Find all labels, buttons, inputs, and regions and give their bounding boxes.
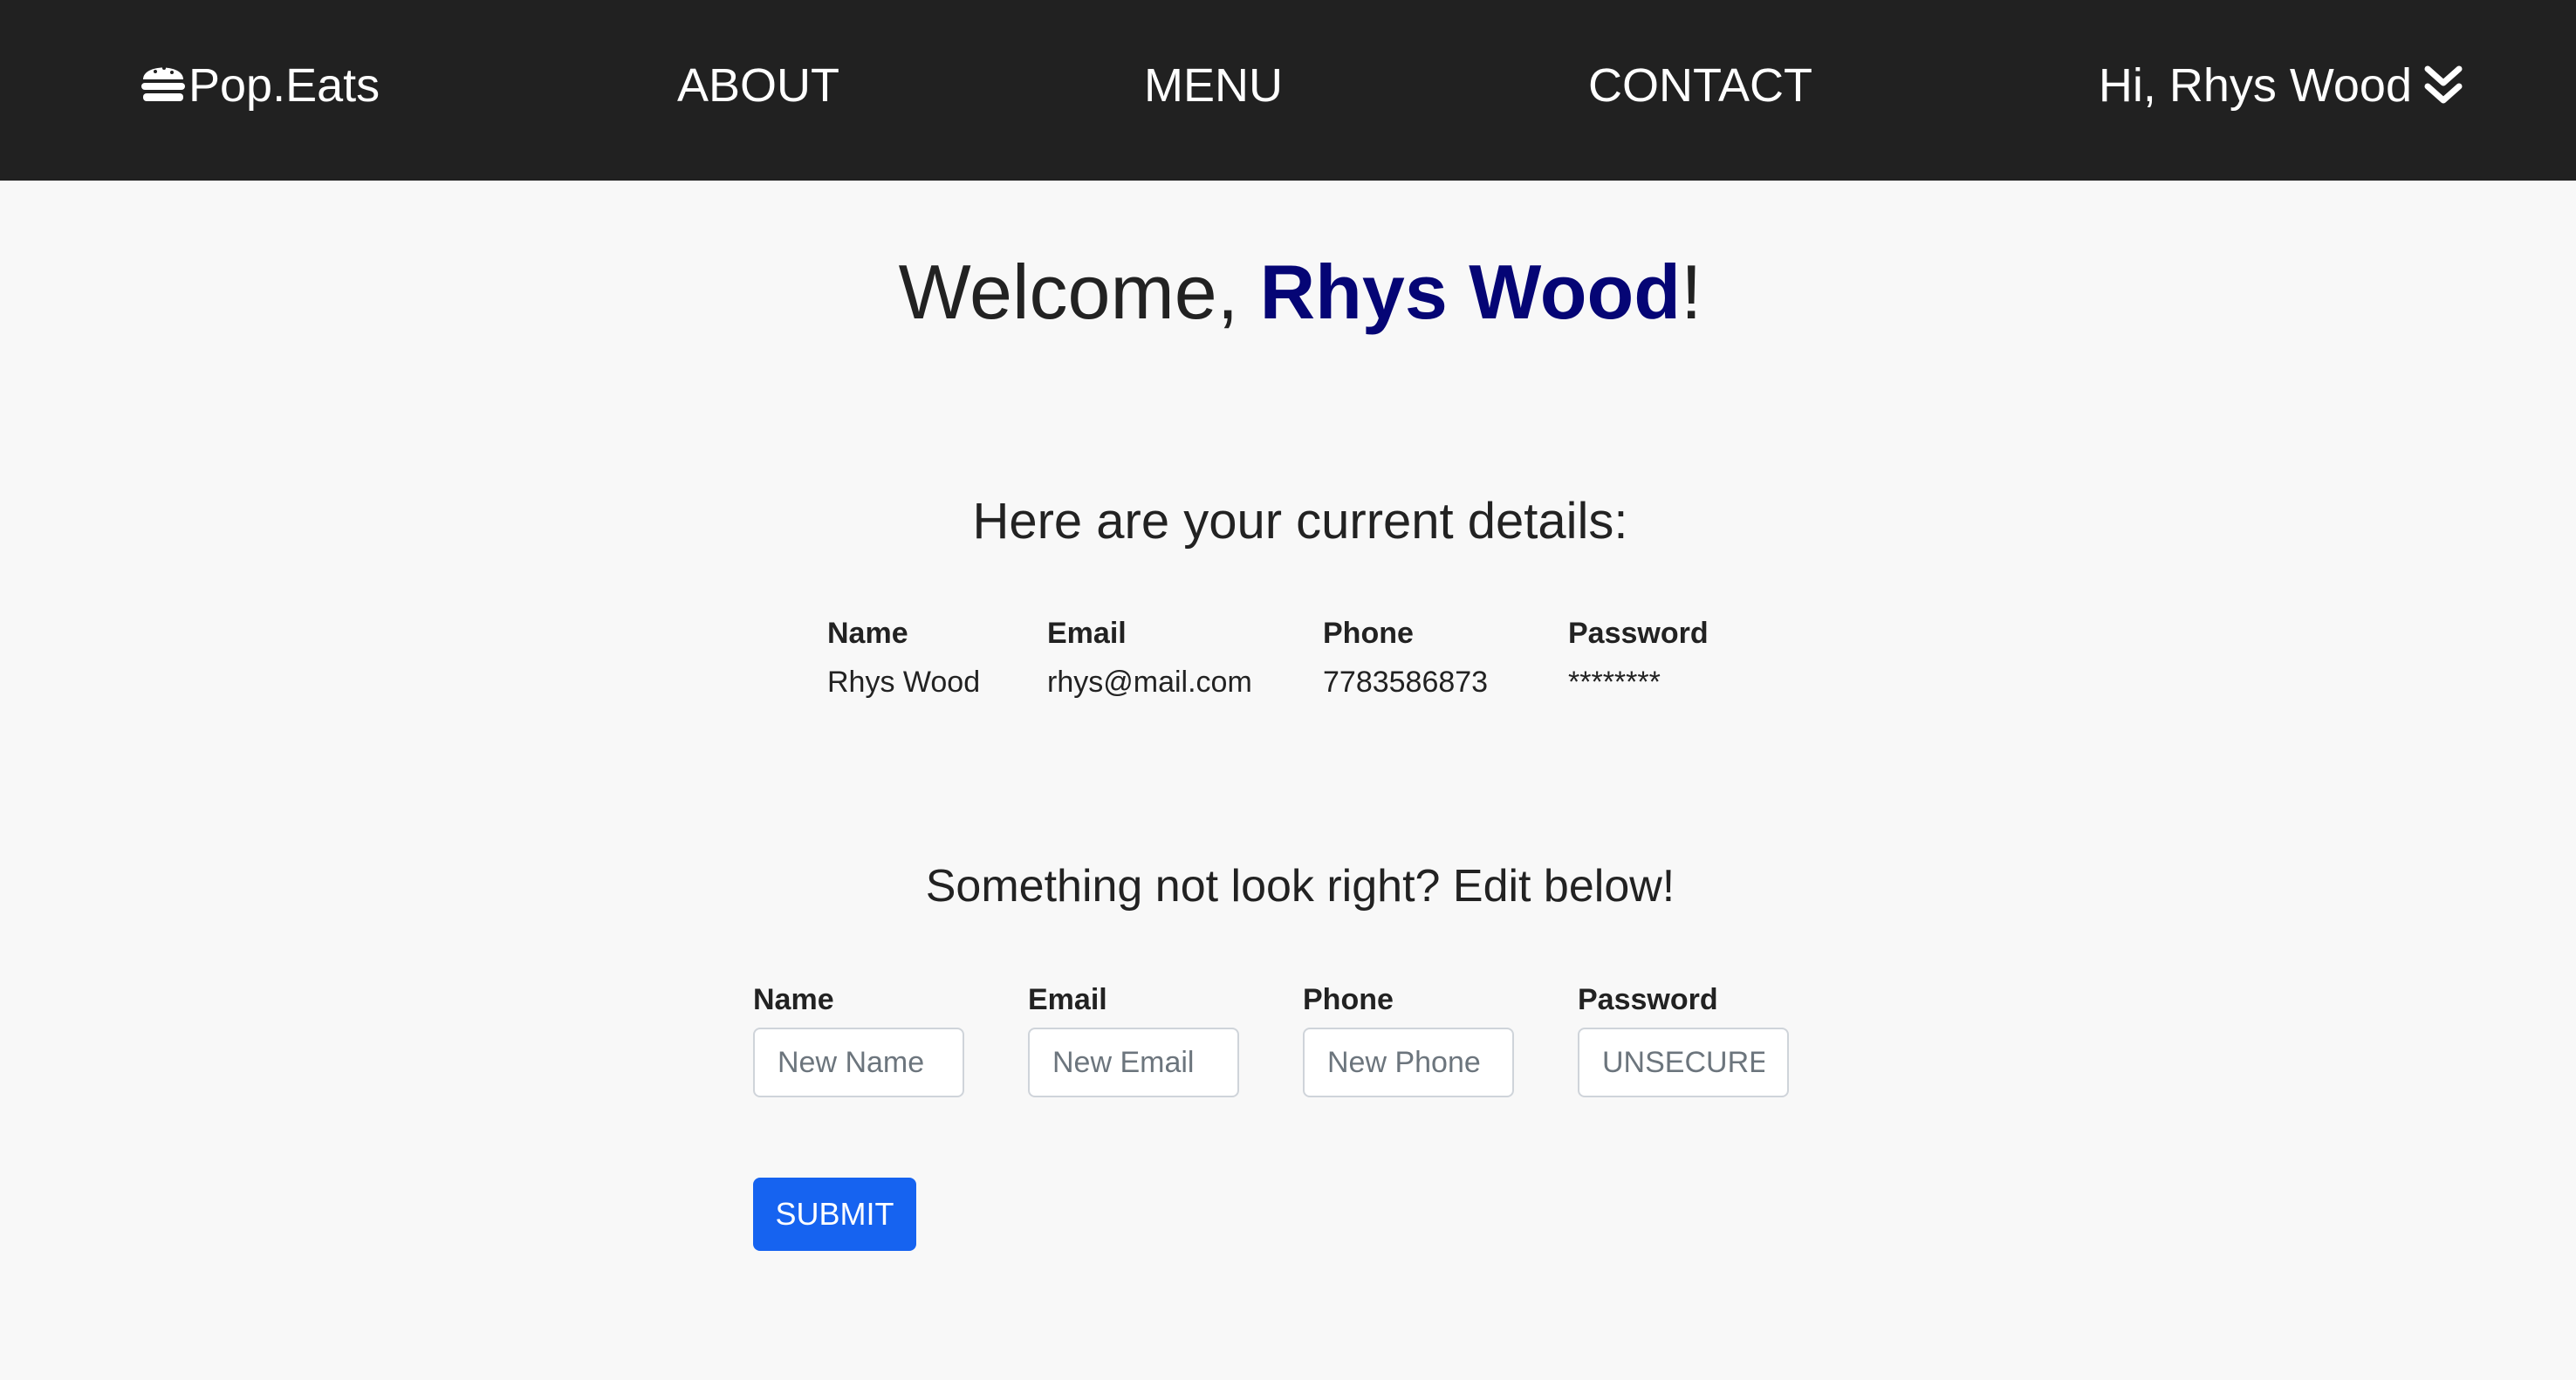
new-password-input[interactable]	[1578, 1028, 1789, 1097]
details-column-name: Name Rhys Wood	[827, 611, 980, 708]
nav-link-contact[interactable]: CONTACT	[1588, 51, 1812, 120]
details-column-phone: Phone 7783586873	[1323, 611, 1488, 708]
navbar: Pop.Eats ABOUT MENU CONTACT Hi, Rhys Woo…	[0, 0, 2576, 181]
details-header-name: Name	[827, 617, 908, 650]
edit-field-name: Name	[753, 977, 964, 1097]
edit-field-phone: Phone	[1303, 977, 1514, 1097]
details-value-email: rhys@mail.com	[1047, 666, 1252, 699]
details-column-email: Email rhys@mail.com	[1047, 611, 1252, 708]
edit-details-heading: Something not look right? Edit below!	[925, 861, 1675, 912]
double-chevron-down-icon	[2424, 65, 2463, 104]
welcome-user-name: Rhys Wood	[1259, 249, 1681, 335]
submit-button[interactable]: SUBMIT	[753, 1178, 916, 1251]
user-greeting: Hi, Rhys Wood	[2098, 59, 2412, 112]
burger-icon	[141, 66, 185, 101]
brand-name: Pop.Eats	[188, 59, 380, 112]
user-menu-toggle[interactable]: Hi, Rhys Wood	[2099, 51, 2464, 120]
new-name-input[interactable]	[753, 1028, 964, 1097]
details-value-password: ********	[1568, 666, 1661, 699]
details-value-phone: 7783586873	[1323, 666, 1489, 699]
edit-field-email: Email	[1028, 977, 1239, 1097]
welcome-heading: Welcome, Rhys Wood!	[0, 244, 2576, 340]
new-email-input[interactable]	[1028, 1028, 1239, 1097]
welcome-suffix: !	[1680, 249, 1702, 335]
details-header-email: Email	[1047, 617, 1127, 650]
current-details-heading: Here are your current details:	[972, 493, 1628, 550]
password-field-label: Password	[1578, 983, 1718, 1016]
edit-field-password: Password	[1578, 977, 1789, 1097]
email-field-label: Email	[1028, 983, 1107, 1016]
details-value-name: Rhys Wood	[827, 666, 981, 699]
details-header-password: Password	[1568, 617, 1709, 650]
new-phone-input[interactable]	[1303, 1028, 1514, 1097]
nav-link-about[interactable]: ABOUT	[677, 51, 839, 120]
phone-field-label: Phone	[1303, 983, 1394, 1016]
details-column-password: Password ********	[1568, 611, 1709, 708]
welcome-prefix: Welcome,	[898, 249, 1260, 335]
name-field-label: Name	[753, 983, 834, 1016]
details-header-phone: Phone	[1323, 617, 1414, 650]
brand-logo[interactable]: Pop.Eats	[140, 51, 380, 120]
nav-link-menu[interactable]: MENU	[1144, 51, 1283, 120]
